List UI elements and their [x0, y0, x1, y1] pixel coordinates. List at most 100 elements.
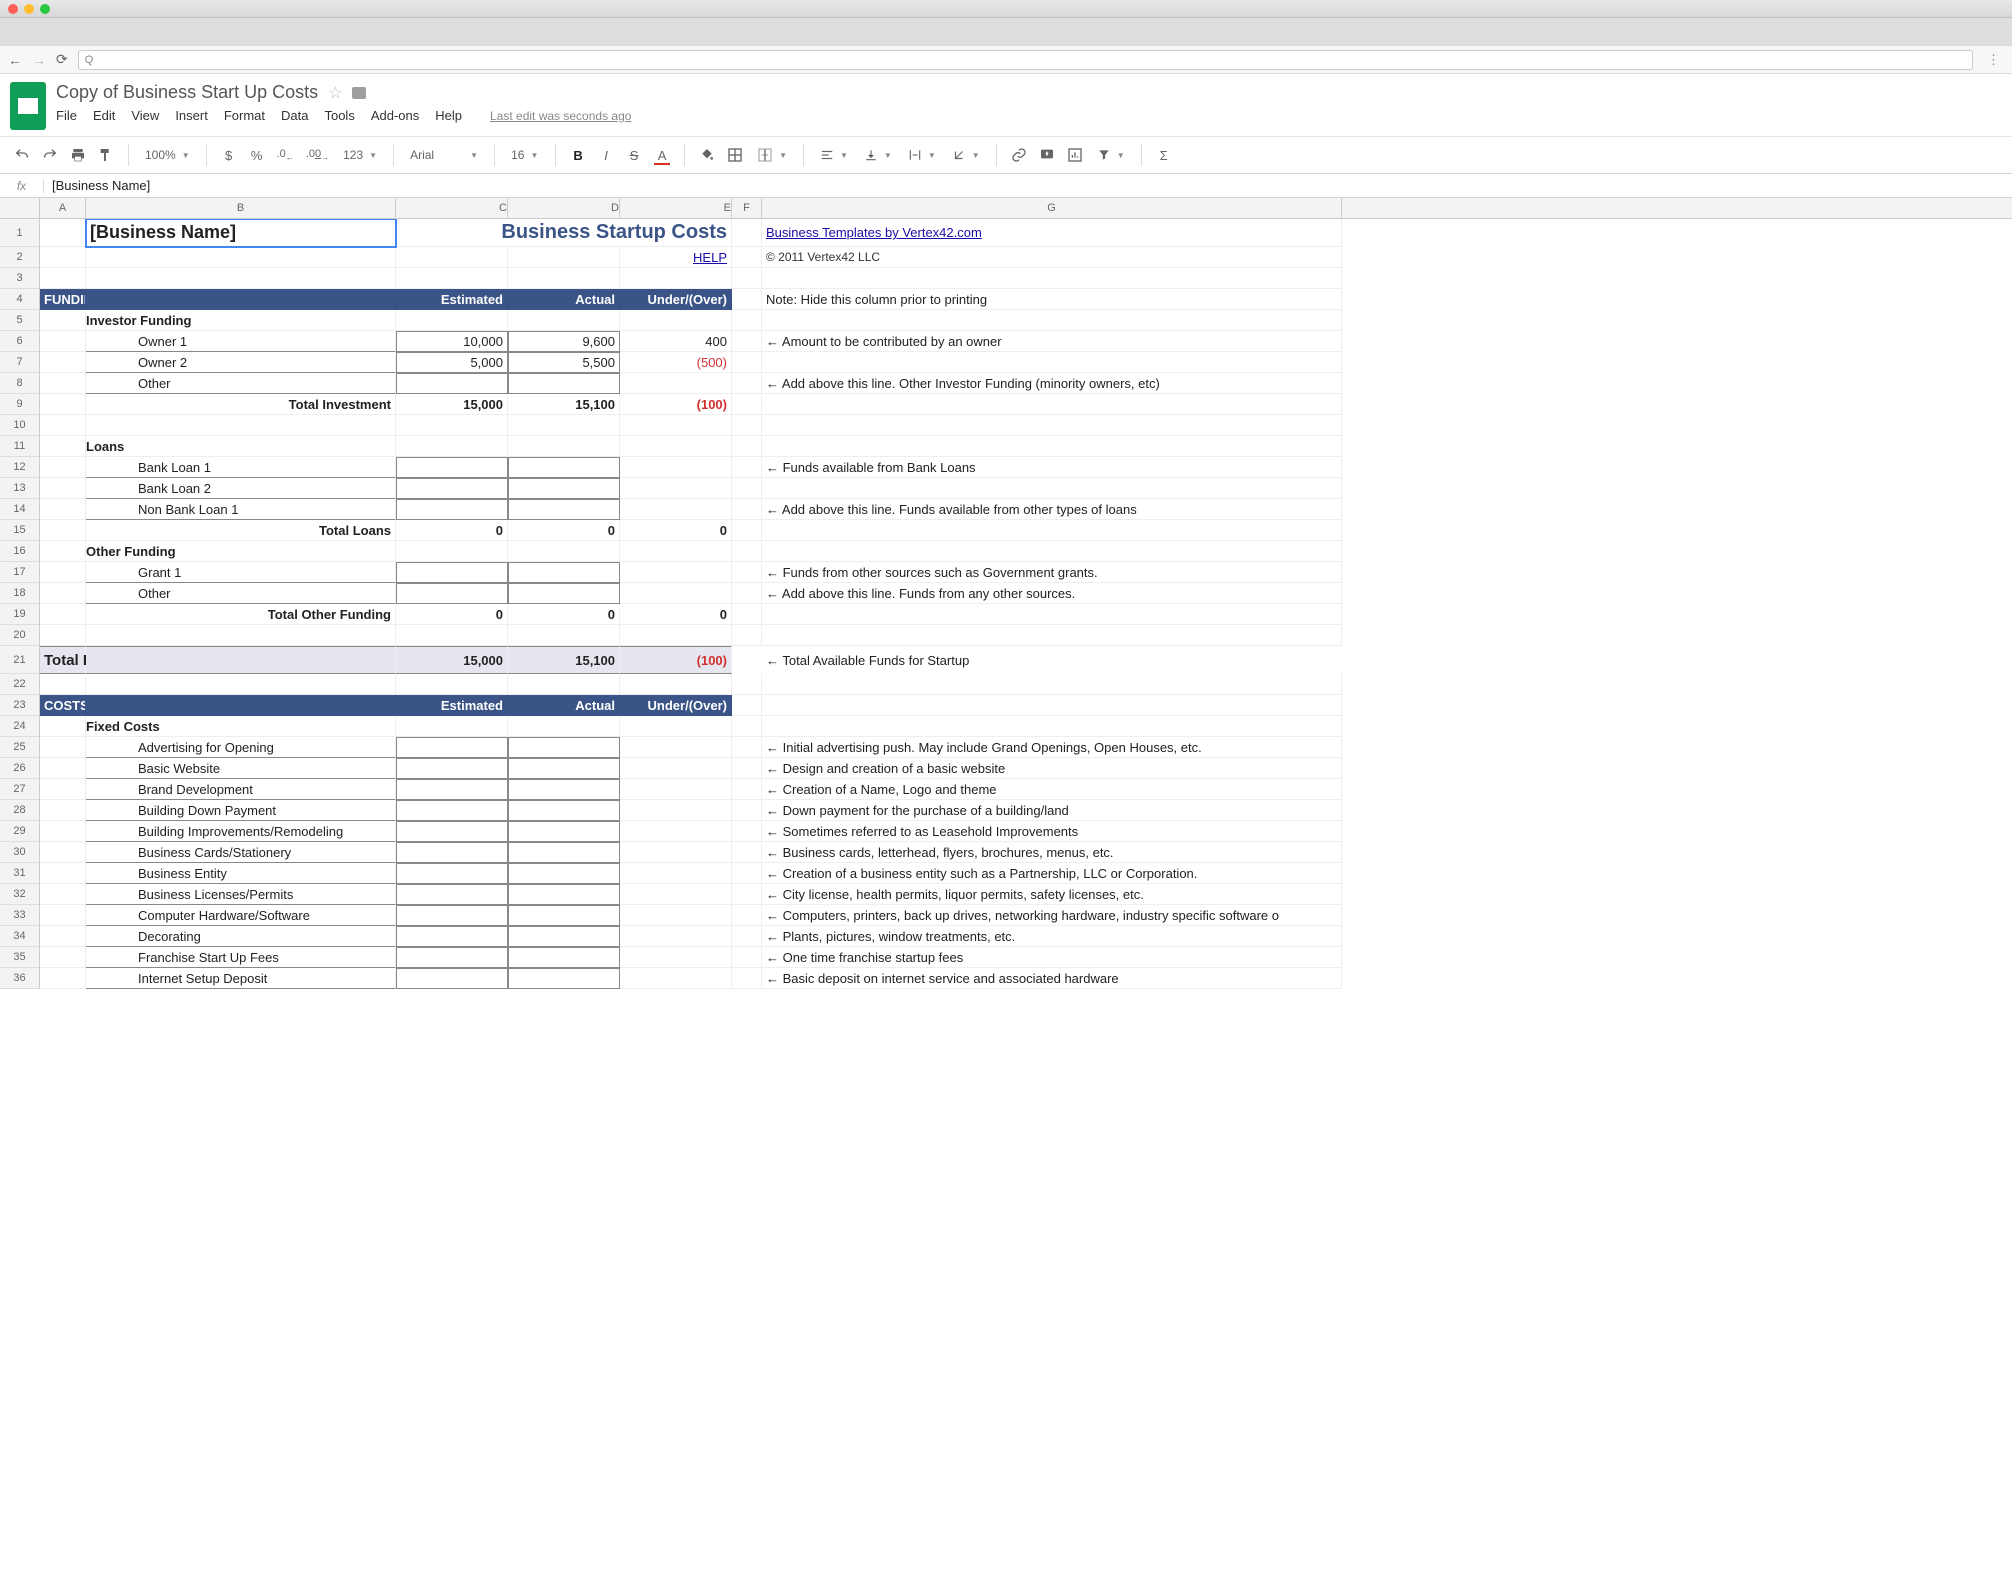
insert-chart-button[interactable]	[1063, 143, 1087, 167]
cell[interactable]: 0	[620, 520, 732, 541]
cell[interactable]: Decorating	[86, 926, 396, 947]
font-size-select[interactable]: 16▼	[505, 148, 545, 162]
cell[interactable]	[732, 968, 762, 989]
row-header[interactable]: 4	[0, 289, 39, 310]
paint-format-button[interactable]	[94, 143, 118, 167]
cell[interactable]	[40, 247, 86, 268]
cell[interactable]	[620, 905, 732, 926]
cell[interactable]: 15,100	[508, 394, 620, 415]
cell[interactable]	[732, 625, 762, 646]
col-header-b[interactable]: B	[86, 198, 396, 218]
cell[interactable]	[508, 716, 620, 737]
cell[interactable]: 0	[396, 520, 508, 541]
cell[interactable]	[40, 863, 86, 884]
insert-comment-button[interactable]	[1035, 143, 1059, 167]
cell[interactable]	[396, 674, 508, 695]
cell[interactable]: ← Down payment for the purchase of a bui…	[762, 800, 1342, 821]
cell[interactable]	[620, 800, 732, 821]
cell[interactable]	[508, 737, 620, 758]
cell[interactable]	[620, 968, 732, 989]
last-edit-link[interactable]: Last edit was seconds ago	[490, 109, 631, 123]
cell[interactable]	[40, 968, 86, 989]
cell[interactable]	[732, 499, 762, 520]
row-header[interactable]: 10	[0, 415, 39, 436]
cell[interactable]	[86, 268, 396, 289]
cell[interactable]	[508, 541, 620, 562]
cell[interactable]: Business Templates by Vertex42.com	[762, 219, 1342, 247]
cell[interactable]: Other	[86, 583, 396, 604]
menu-tools[interactable]: Tools	[324, 108, 354, 123]
cell[interactable]	[40, 716, 86, 737]
cell[interactable]	[732, 394, 762, 415]
cell[interactable]	[732, 520, 762, 541]
print-button[interactable]	[66, 143, 90, 167]
bold-button[interactable]: B	[566, 143, 590, 167]
cell[interactable]	[732, 947, 762, 968]
cell[interactable]	[732, 737, 762, 758]
menu-insert[interactable]: Insert	[175, 108, 208, 123]
cell[interactable]	[508, 436, 620, 457]
cell[interactable]	[732, 436, 762, 457]
cell[interactable]	[620, 926, 732, 947]
cell[interactable]: 0	[508, 604, 620, 625]
cell[interactable]	[396, 268, 508, 289]
row-header[interactable]: 2	[0, 247, 39, 268]
row-header[interactable]: 35	[0, 947, 39, 968]
cell[interactable]	[620, 436, 732, 457]
cell[interactable]	[396, 863, 508, 884]
cell[interactable]	[508, 415, 620, 436]
row-header[interactable]: 15	[0, 520, 39, 541]
cell[interactable]	[40, 499, 86, 520]
cell[interactable]	[396, 457, 508, 478]
cell[interactable]	[732, 541, 762, 562]
cell[interactable]	[620, 947, 732, 968]
cell[interactable]: ← Basic deposit on internet service and …	[762, 968, 1342, 989]
cell[interactable]	[86, 247, 396, 268]
cell[interactable]: 5,000	[396, 352, 508, 373]
cell[interactable]: ← Initial advertising push. May include …	[762, 737, 1342, 758]
cell[interactable]	[40, 625, 86, 646]
cell[interactable]	[620, 863, 732, 884]
reload-icon[interactable]: ⟳	[56, 51, 68, 68]
cell[interactable]	[508, 373, 620, 394]
cell[interactable]: (100)	[620, 646, 732, 674]
cell[interactable]	[620, 674, 732, 695]
cell[interactable]: ← Computers, printers, back up drives, n…	[762, 905, 1342, 926]
cell[interactable]: 15,100	[508, 646, 620, 674]
cell[interactable]	[40, 394, 86, 415]
cell[interactable]: 9,600	[508, 331, 620, 352]
cell[interactable]	[732, 219, 762, 247]
cell[interactable]: 0	[508, 520, 620, 541]
row-header[interactable]: 22	[0, 674, 39, 695]
cell[interactable]	[762, 520, 1342, 541]
row-header[interactable]: 1	[0, 219, 39, 247]
cell[interactable]: (100)	[620, 394, 732, 415]
cell[interactable]: Basic Website	[86, 758, 396, 779]
more-formats-select[interactable]: 123▼	[337, 148, 383, 162]
cell[interactable]: Bank Loan 2	[86, 478, 396, 499]
cell[interactable]	[732, 926, 762, 947]
row-header[interactable]: 36	[0, 968, 39, 989]
cell[interactable]: Actual	[508, 289, 620, 310]
cell[interactable]	[396, 562, 508, 583]
cell[interactable]	[396, 968, 508, 989]
cell[interactable]: Business Licenses/Permits	[86, 884, 396, 905]
row-header[interactable]: 19	[0, 604, 39, 625]
cell[interactable]	[508, 905, 620, 926]
cell[interactable]	[762, 478, 1342, 499]
cell[interactable]	[40, 268, 86, 289]
cell[interactable]: Investor Funding	[86, 310, 396, 331]
cell[interactable]: Building Down Payment	[86, 800, 396, 821]
cell[interactable]	[732, 331, 762, 352]
cell[interactable]	[508, 800, 620, 821]
cell[interactable]	[86, 695, 396, 716]
cell[interactable]	[762, 695, 1342, 716]
cell[interactable]	[620, 478, 732, 499]
cell[interactable]: Note: Hide this column prior to printing	[762, 289, 1342, 310]
cell[interactable]	[508, 821, 620, 842]
cell[interactable]	[86, 415, 396, 436]
row-header[interactable]: 7	[0, 352, 39, 373]
doc-title[interactable]: Copy of Business Start Up Costs	[56, 82, 318, 103]
cell[interactable]	[86, 289, 396, 310]
cell[interactable]	[40, 821, 86, 842]
